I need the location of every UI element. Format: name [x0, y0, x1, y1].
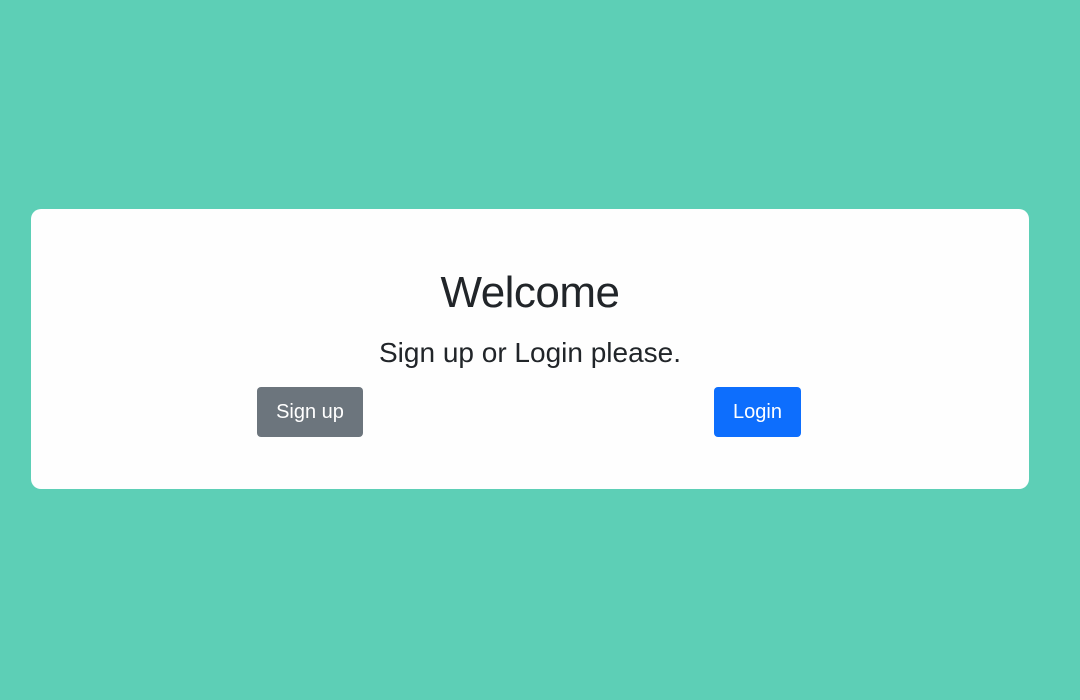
sign-up-button[interactable]: Sign up — [257, 387, 363, 437]
login-button[interactable]: Login — [714, 387, 801, 437]
page-background: { "card": { "title": "Welcome", "subtitl… — [0, 0, 1080, 700]
page-title: Welcome — [440, 268, 620, 317]
welcome-card: Welcome Sign up or Login please. Sign up… — [31, 209, 1029, 489]
page-subtitle: Sign up or Login please. — [379, 337, 681, 368]
